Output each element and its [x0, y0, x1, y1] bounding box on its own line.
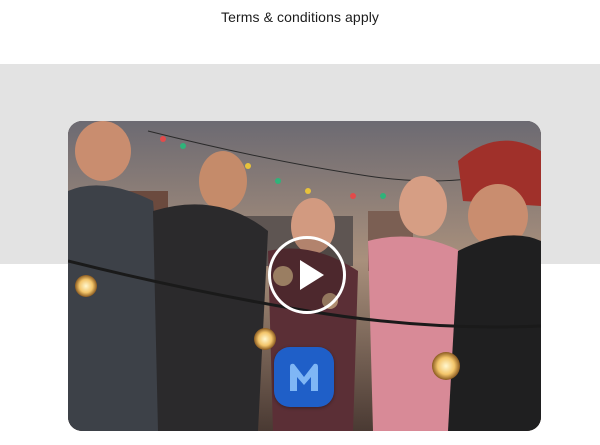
- play-button[interactable]: [268, 236, 346, 314]
- play-icon: [300, 260, 324, 290]
- terms-text: Terms & conditions apply: [220, 9, 380, 25]
- m-logo-icon: [274, 347, 334, 407]
- video-thumbnail[interactable]: [68, 121, 541, 431]
